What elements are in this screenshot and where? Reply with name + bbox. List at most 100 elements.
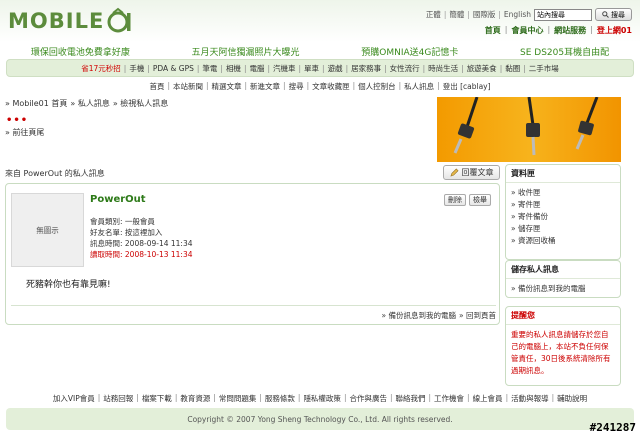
notice-title: 提醒您	[506, 307, 620, 325]
folder-inbox[interactable]: » 收件匣	[511, 187, 615, 199]
subnav-item[interactable]: 搜尋	[289, 81, 304, 93]
subnav-item-logout[interactable]: 登出 [cablay]	[443, 81, 491, 93]
friend-add-link[interactable]: 好友名單: 按這裡加入	[90, 227, 193, 238]
logo-text: MOBILE	[8, 9, 105, 33]
category-item[interactable]: 相機	[226, 63, 241, 74]
footer-link[interactable]: 線上會員	[473, 393, 503, 404]
message-from-line: 來自 PowerOut 的私人訊息	[5, 169, 105, 178]
search-icon	[602, 11, 609, 18]
category-item[interactable]: 二手市場	[529, 63, 559, 74]
subnav-item[interactable]: 精選文章	[212, 81, 242, 93]
earphone-ad-banner[interactable]	[437, 97, 621, 162]
subnav-item[interactable]: 私人訊息	[404, 81, 434, 93]
category-item[interactable]: 遊戲	[328, 63, 343, 74]
category-item[interactable]: 時尚生活	[428, 63, 458, 74]
footer-link[interactable]: 常問問題集	[219, 393, 257, 404]
sender-name[interactable]: PowerOut	[90, 194, 146, 205]
footer-links: 加入VIP會員 | 站務回報 | 檔案下載 | 教育資源 | 常問問題集 | 服務條款 | …	[52, 393, 588, 404]
go-to-bottom-link[interactable]: » 前往頁尾	[5, 127, 44, 138]
breadcrumb-item[interactable]: » 私人訊息	[70, 98, 109, 109]
link-member-center[interactable]: 會員中心	[511, 25, 543, 36]
backup-to-computer-link[interactable]: » 備份訊息到我的電腦	[511, 283, 615, 295]
reply-button-label: 回覆文章	[461, 168, 494, 177]
link-traditional[interactable]: 正體	[426, 9, 441, 20]
top-links: 正體| 簡體| 國際版| English 搜尋	[426, 8, 632, 21]
earphone-plugs-image	[453, 97, 599, 156]
site-header: MOBILE 正體| 簡體| 國際版| English 搜尋 首頁| 會員中心|…	[0, 0, 640, 42]
save-messages-title: 儲存私人訊息	[506, 261, 620, 279]
search-input[interactable]	[534, 8, 592, 21]
footer-link[interactable]: 聯絡我們	[396, 393, 426, 404]
footer-link[interactable]: 輔助說明	[557, 393, 587, 404]
decorative-dots: •••	[6, 115, 29, 126]
category-item[interactable]: 省17元秒招	[81, 63, 121, 74]
message-footer: » 備份訊息到我的電腦 » 回到頁首	[11, 305, 496, 321]
subnav-item[interactable]: 本站新聞	[173, 81, 203, 93]
link-international[interactable]: 國際版	[473, 9, 496, 20]
link-logout[interactable]: 登上網01	[597, 25, 632, 36]
search-button[interactable]: 搜尋	[595, 8, 632, 21]
breadcrumb: » Mobile01 首頁 » 私人訊息 » 檢視私人訊息	[5, 98, 168, 109]
footer-link[interactable]: 工作機會	[434, 393, 464, 404]
footer-link[interactable]: 合作與廣告	[349, 393, 387, 404]
category-item[interactable]: 女性流行	[390, 63, 420, 74]
footer-link[interactable]: 站務回報	[103, 393, 133, 404]
category-item[interactable]: 旅遊美食	[467, 63, 497, 74]
promo-link[interactable]: 環保回收電池免費拿好康	[31, 45, 130, 58]
breadcrumb-item[interactable]: » Mobile01 首頁	[5, 98, 67, 109]
breadcrumb-current: » 檢視私人訊息	[112, 99, 169, 108]
footer-link[interactable]: 檔案下載	[142, 393, 172, 404]
footer-link[interactable]: 活動與報導	[511, 393, 549, 404]
promo-link[interactable]: 五月天阿信獨漏照片大曝光	[192, 45, 300, 58]
category-item[interactable]: PDA & GPS	[153, 64, 194, 73]
folders-panel: 資料匣 » 收件匣 » 寄件匣 » 寄件備份 » 儲存匣 » 資源回收桶	[505, 164, 621, 260]
folder-saved[interactable]: » 儲存匣	[511, 223, 615, 235]
subnav-item[interactable]: 個人控制台	[358, 81, 396, 93]
category-item[interactable]: 筆電	[202, 63, 217, 74]
sent-time: 訊息時間: 2008-09-14 11:34	[90, 239, 193, 248]
link-home[interactable]: 首頁	[485, 25, 501, 36]
folder-trash[interactable]: » 資源回收桶	[511, 235, 615, 247]
back-to-top-link[interactable]: » 回到頁首	[459, 310, 496, 321]
message-actions: 刪除 檢舉	[444, 194, 491, 206]
footer-link[interactable]: 隱私權政策	[303, 393, 341, 404]
folder-sent-backup[interactable]: » 寄件備份	[511, 211, 615, 223]
copyright-bar: Copyright © 2007 Yong Sheng Technology C…	[6, 408, 634, 430]
link-simplified[interactable]: 簡體	[449, 9, 464, 20]
backup-message-link[interactable]: » 備份訊息到我的電腦	[382, 310, 456, 321]
notice-panel: 提醒您 重要的私人訊息請儲存於您自己的電腦上，本站不負任何保管責任，30日後系統…	[505, 306, 621, 386]
subnav-item[interactable]: 文章收藏匣	[312, 81, 350, 93]
subnav-item[interactable]: 新進文章	[250, 81, 280, 93]
user-links: 首頁 | 會員中心 | 網站服務 | 登上網01	[484, 25, 632, 36]
link-services[interactable]: 網站服務	[554, 25, 586, 36]
link-english[interactable]: English	[504, 10, 531, 19]
report-button[interactable]: 檢舉	[469, 194, 491, 206]
folder-outbox[interactable]: » 寄件匣	[511, 199, 615, 211]
member-type: 會員類別: 一般會員	[90, 217, 155, 226]
logo-01-icon	[107, 7, 131, 33]
copyright-text: Copyright © 2007 Yong Sheng Technology C…	[187, 414, 453, 424]
message-body: 死豬幹你也有靠見嘛!	[26, 280, 111, 290]
category-item[interactable]: 單車	[304, 63, 319, 74]
footer-link[interactable]: 服務條款	[265, 393, 295, 404]
reply-button[interactable]: 回覆文章	[443, 165, 500, 180]
pencil-icon	[449, 168, 458, 177]
site-logo[interactable]: MOBILE	[8, 6, 134, 36]
message-panel: 無圖示 PowerOut 刪除 檢舉 會員類別: 一般會員 好友名單: 按這裡加…	[5, 183, 500, 325]
footer-link[interactable]: 教育資源	[180, 393, 210, 404]
category-item[interactable]: 黏圈	[505, 63, 520, 74]
category-item[interactable]: 手機	[129, 63, 144, 74]
search-button-label: 搜尋	[611, 10, 625, 19]
avatar: 無圖示	[11, 193, 84, 267]
category-bar: 省17元秒招 | 手機 | PDA & GPS | 筆電 | 相機 | 電腦 | 汽機車 | …	[6, 59, 634, 77]
folders-title: 資料匣	[506, 165, 620, 183]
promo-link[interactable]: SE DS205耳機自由配	[520, 45, 609, 58]
category-item[interactable]: 電腦	[249, 63, 264, 74]
category-item[interactable]: 汽機車	[273, 63, 296, 74]
delete-button[interactable]: 刪除	[444, 194, 466, 206]
read-time: 讀取時間: 2008-10-13 11:34	[90, 250, 193, 259]
subnav-item[interactable]: 首頁	[149, 81, 164, 93]
footer-link[interactable]: 加入VIP會員	[53, 393, 95, 404]
promo-link[interactable]: 預購OMNIA送4G記憶卡	[361, 45, 458, 58]
category-item[interactable]: 居家務事	[351, 63, 381, 74]
